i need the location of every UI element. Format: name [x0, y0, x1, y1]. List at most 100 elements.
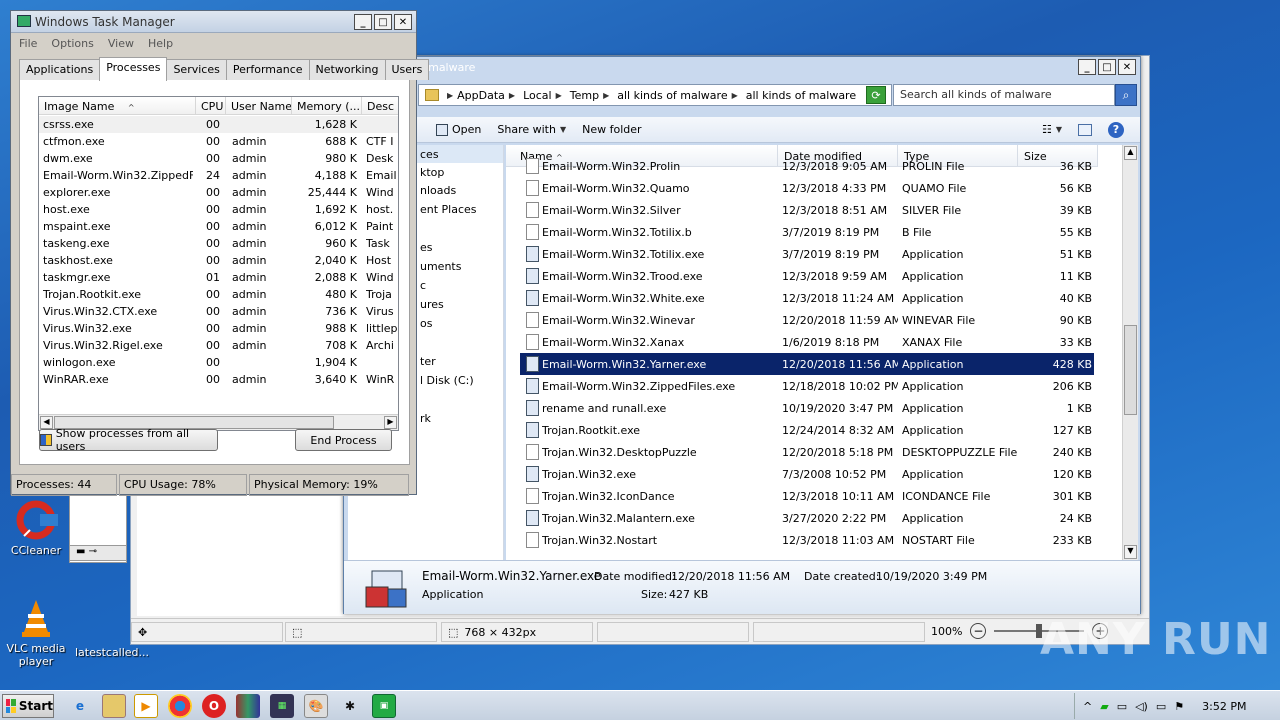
show-all-processes-button[interactable]: Show processes from all users — [39, 427, 218, 453]
end-process-button[interactable]: End Process — [295, 429, 392, 451]
process-row[interactable]: WinRAR.exe 00 admin 3,640 K WinR — [39, 371, 398, 388]
close-button[interactable]: ✕ — [394, 14, 412, 30]
file-row[interactable]: Trojan.Win32.Malantern.exe 3/27/2020 2:22… — [520, 507, 1094, 529]
help-button[interactable]: ? — [1108, 121, 1124, 138]
winrar-icon[interactable] — [236, 694, 260, 718]
task-manager-taskbar-icon[interactable]: ▦ — [270, 694, 294, 718]
flag-icon[interactable]: ⚑ — [1174, 700, 1184, 713]
process-row[interactable]: dwm.exe 00 admin 980 K Desk — [39, 150, 398, 167]
monitor-icon[interactable]: ▭ — [1156, 700, 1166, 713]
file-row[interactable]: Email-Worm.Win32.White.exe 12/3/2018 11:2… — [520, 287, 1094, 309]
menu-view[interactable]: View — [108, 37, 134, 50]
malware-app-icon[interactable]: ✱ — [338, 694, 362, 718]
column-header-cpu[interactable]: CPU — [196, 97, 226, 115]
column-header-image-name[interactable]: Image Name ^ — [39, 97, 196, 115]
file-row[interactable]: Email-Worm.Win32.Totilix.exe 3/7/2019 8:1… — [520, 243, 1094, 265]
tab-processes[interactable]: Processes — [99, 57, 168, 81]
scroll-down-button[interactable]: ▼ — [1124, 545, 1137, 559]
chevron-right-icon[interactable]: ▶ — [603, 91, 609, 100]
chevron-right-icon[interactable]: ▶ — [509, 91, 515, 100]
breadcrumb-item[interactable]: AppData ▶ — [457, 89, 515, 102]
column-header-memory[interactable]: Memory (... — [292, 97, 362, 115]
clock[interactable]: 3:52 PM — [1202, 700, 1246, 713]
tab-services[interactable]: Services — [166, 59, 227, 80]
process-row[interactable]: ctfmon.exe 00 admin 688 K CTF I — [39, 133, 398, 150]
vertical-scrollbar[interactable]: ▲ ▼ — [1122, 145, 1138, 560]
explorer-title-bar[interactable]: of malware _ □ ✕ — [344, 57, 1140, 79]
scroll-right-button[interactable]: ▶ — [384, 416, 397, 429]
file-row[interactable]: Trojan.Win32.IconDance 12/3/2018 10:11 AM… — [520, 485, 1094, 507]
refresh-button[interactable]: ⟳ — [866, 86, 886, 104]
paint-taskbar-icon[interactable]: 🎨 — [304, 694, 328, 718]
maximize-button[interactable]: □ — [1098, 59, 1116, 75]
minimize-button[interactable]: _ — [354, 14, 372, 30]
file-row[interactable]: Trojan.Win32.exe 7/3/2008 10:52 PM Applica… — [520, 463, 1094, 485]
breadcrumb-item[interactable]: Temp ▶ — [570, 89, 609, 102]
process-row[interactable]: winlogon.exe 00 1,904 K — [39, 354, 398, 371]
file-row[interactable]: rename and runall.exe 10/19/2020 3:47 PM A… — [520, 397, 1094, 419]
desktop-icon-latestcalled[interactable]: latestcalled... — [72, 646, 152, 659]
column-header-description[interactable]: Desc — [362, 97, 398, 115]
file-row[interactable]: Email-Worm.Win32.Silver 12/3/2018 8:51 AM… — [520, 199, 1094, 221]
volume-icon[interactable]: ◁) — [1135, 700, 1148, 713]
menu-options[interactable]: Options — [51, 37, 93, 50]
process-row[interactable]: Virus.Win32.CTX.exe 00 admin 736 K Virus — [39, 303, 398, 320]
process-row[interactable]: Email-Worm.Win32.ZippedFil... 24 admin 4,18… — [39, 167, 398, 184]
file-row[interactable]: Trojan.Win32.DesktopPuzzle 12/20/2018 5:1… — [520, 441, 1094, 463]
chevron-right-icon[interactable]: ▶ — [732, 91, 738, 100]
file-row[interactable]: Trojan.Win32.Nostart 12/3/2018 11:03 AM NO… — [520, 529, 1094, 551]
view-options-button[interactable]: ☷ ▼ — [1042, 123, 1062, 136]
file-row[interactable]: Email-Worm.Win32.ZippedFiles.exe 12/18/20… — [520, 375, 1094, 397]
process-row[interactable]: Trojan.Rootkit.exe 00 admin 480 K Troja — [39, 286, 398, 303]
share-with-button[interactable]: Share with ▼ — [497, 123, 566, 136]
process-row[interactable]: Virus.Win32.Rigel.exe 00 admin 708 K Archi — [39, 337, 398, 354]
column-header-user-name[interactable]: User Name — [226, 97, 292, 115]
close-button[interactable]: ✕ — [1118, 59, 1136, 75]
process-row[interactable]: taskhost.exe 00 admin 2,040 K Host — [39, 252, 398, 269]
task-manager-title-bar[interactable]: Windows Task Manager _ □ ✕ — [11, 11, 416, 33]
tab-networking[interactable]: Networking — [308, 59, 386, 80]
network-status-icon[interactable]: ▰ — [1100, 700, 1108, 713]
breadcrumb-item[interactable]: all kinds of malware — [746, 89, 856, 102]
breadcrumb-item[interactable]: all kinds of malware ▶ — [617, 89, 738, 102]
tab-performance[interactable]: Performance — [225, 59, 310, 80]
preview-pane-button[interactable] — [1078, 123, 1092, 136]
scroll-left-button[interactable]: ◀ — [40, 416, 53, 429]
breadcrumb-item[interactable]: Local ▶ — [523, 89, 562, 102]
start-button[interactable]: Start — [2, 694, 54, 718]
scrollbar-thumb[interactable] — [1124, 325, 1137, 415]
tab-applications[interactable]: Applications — [19, 59, 101, 80]
scroll-up-button[interactable]: ▲ — [1124, 146, 1137, 160]
process-row[interactable]: csrss.exe 00 1,628 K — [39, 116, 398, 133]
file-row[interactable]: Email-Worm.Win32.Winevar 12/20/2018 11:59… — [520, 309, 1094, 331]
process-row[interactable]: taskmgr.exe 01 admin 2,088 K Wind — [39, 269, 398, 286]
file-row[interactable]: Email-Worm.Win32.Quamo 12/3/2018 4:33 PM Q… — [520, 177, 1094, 199]
media-player-icon[interactable]: ▶ — [134, 694, 158, 718]
file-row[interactable]: Email-Worm.Win32.Xanax 1/6/2019 8:18 PM XA… — [520, 331, 1094, 353]
minimize-button[interactable]: _ — [1078, 59, 1096, 75]
chrome-icon[interactable] — [168, 694, 192, 718]
process-row[interactable]: taskeng.exe 00 admin 960 K Task — [39, 235, 398, 252]
file-row[interactable]: Trojan.Rootkit.exe 12/24/2014 8:32 AM Appl… — [520, 419, 1094, 441]
file-row[interactable]: Email-Worm.Win32.Yarner.exe 12/20/2018 11… — [520, 353, 1094, 375]
file-explorer-icon[interactable] — [102, 694, 126, 718]
maximize-button[interactable]: □ — [374, 14, 392, 30]
file-row[interactable]: Email-Worm.Win32.Prolin 12/3/2018 9:05 AM… — [520, 155, 1094, 177]
paint-size-control[interactable]: ▬ ⊸ — [69, 545, 127, 561]
show-hidden-icons-icon[interactable]: ^ — [1083, 700, 1092, 713]
desktop-icon-vlc[interactable]: VLC media player — [0, 596, 72, 668]
network-icon[interactable]: ▭ — [1117, 700, 1127, 713]
zoom-out-button[interactable]: − — [970, 623, 987, 639]
address-bar[interactable]: ▶ AppData ▶ Local ▶ Temp ▶ all kinds of mal… — [418, 84, 892, 106]
menu-file[interactable]: File — [19, 37, 37, 50]
process-row[interactable]: mspaint.exe 00 admin 6,012 K Paint — [39, 218, 398, 235]
process-row[interactable]: host.exe 00 admin 1,692 K host. — [39, 201, 398, 218]
process-row[interactable]: Virus.Win32.exe 00 admin 988 K littlep — [39, 320, 398, 337]
file-row[interactable]: Email-Worm.Win32.Trood.exe 12/3/2018 9:59… — [520, 265, 1094, 287]
search-icon[interactable]: ⌕ — [1115, 84, 1137, 106]
search-input[interactable]: Search all kinds of malware — [893, 84, 1115, 106]
process-row[interactable]: explorer.exe 00 admin 25,444 K Wind — [39, 184, 398, 201]
open-button[interactable]: Open — [436, 123, 481, 136]
program-taskbar-icon[interactable]: ▣ — [372, 694, 396, 718]
tab-users[interactable]: Users — [384, 59, 430, 80]
